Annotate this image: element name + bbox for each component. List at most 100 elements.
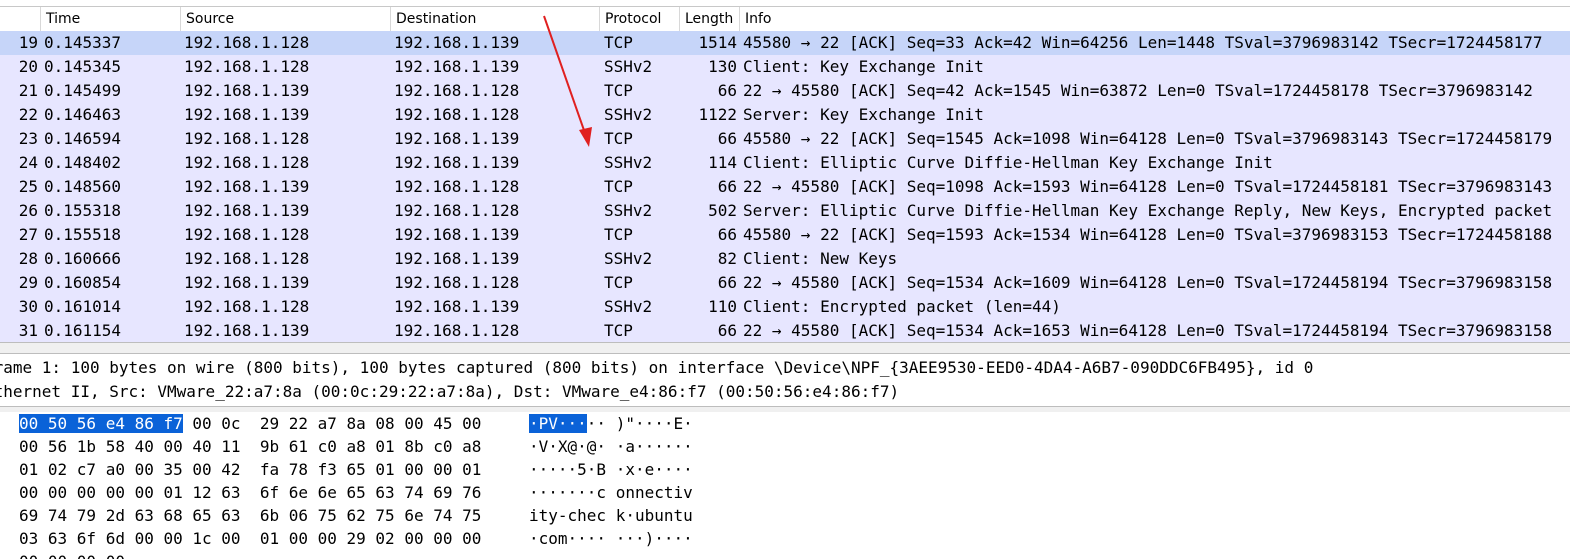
ascii-line[interactable]: ·com···· ···)···· <box>529 527 693 550</box>
packet-destination: 192.168.1.139 <box>394 249 520 268</box>
packet-source: 192.168.1.128 <box>184 297 310 316</box>
packet-row[interactable]: 30 0.161014 192.168.1.128 192.168.1.139 SSHv… <box>0 295 1570 319</box>
packet-source: 192.168.1.139 <box>184 321 310 340</box>
packet-row[interactable]: 27 0.155518 192.168.1.128 192.168.1.139 TCP 6… <box>0 223 1570 247</box>
column-header-source[interactable]: Source <box>180 7 390 31</box>
packet-length: 110 <box>708 297 737 316</box>
column-header-info[interactable]: Info <box>739 7 1570 31</box>
packet-length: 1514 <box>698 33 737 52</box>
packet-protocol: SSHv2 <box>604 105 653 124</box>
packet-row[interactable]: 20 0.145345 192.168.1.128 192.168.1.139 SSHv… <box>0 55 1570 79</box>
hex-bytes: 01 02 c7 a0 00 35 00 42 fa 78 f3 65 01 0… <box>19 460 482 479</box>
ascii-bytes: ity-chec k·ubuntu <box>529 506 693 525</box>
packet-info: Server: Key Exchange Init <box>743 105 984 124</box>
packet-protocol: SSHv2 <box>604 201 653 220</box>
hex-line[interactable]: 00 50 56 e4 86 f7 00 0c 29 22 a7 8a 08 0… <box>19 412 481 435</box>
packet-protocol: TCP <box>604 81 633 100</box>
packet-time: 0.148402 <box>44 153 122 172</box>
packet-details-pane[interactable]: Frame 1: 100 bytes on wire (800 bits), 1… <box>0 354 1570 406</box>
ascii-line[interactable]: ·V·X@·@· ·a······ <box>529 435 693 458</box>
packet-info: Client: Encrypted packet (len=44) <box>743 297 1061 316</box>
packet-number: 26 <box>18 201 38 220</box>
column-header-no[interactable] <box>0 7 40 31</box>
packet-row[interactable]: 23 0.146594 192.168.1.128 192.168.1.139 TCP 6… <box>0 127 1570 151</box>
ascii-bytes: ·· )"····E· <box>586 414 693 433</box>
ascii-selection: ·PV··· <box>529 414 587 433</box>
packet-length: 130 <box>708 57 737 76</box>
packet-bytes-pane[interactable]: 00 50 56 e4 86 f7 00 0c 29 22 a7 8a 08 0… <box>0 412 1570 559</box>
hex-line[interactable]: 03 63 6f 6d 00 00 1c 00 01 00 00 29 02 0… <box>19 527 481 550</box>
column-header-destination[interactable]: Destination <box>390 7 599 31</box>
packet-info: 22 → 45580 [ACK] Seq=1534 Ack=1653 Win=6… <box>743 321 1553 340</box>
packet-time: 0.161014 <box>44 297 122 316</box>
hex-line[interactable]: 00 00 00 00 <box>19 550 125 559</box>
hex-bytes: 00 56 1b 58 40 00 40 11 9b 61 c0 a8 01 8… <box>19 437 482 456</box>
hex-line[interactable]: 00 56 1b 58 40 00 40 11 9b 61 c0 a8 01 8… <box>19 435 481 458</box>
hex-bytes: 00 0c 29 22 a7 8a 08 00 45 00 <box>182 414 482 433</box>
hex-line[interactable]: 01 02 c7 a0 00 35 00 42 fa 78 f3 65 01 0… <box>19 458 481 481</box>
packet-number: 22 <box>18 105 38 124</box>
packet-destination: 192.168.1.128 <box>394 177 520 196</box>
ascii-line[interactable]: ity-chec k·ubuntu <box>529 504 693 527</box>
packet-source: 192.168.1.139 <box>184 81 310 100</box>
packet-list[interactable]: 19 0.145337 192.168.1.128 192.168.1.139 TCP 1… <box>0 31 1570 342</box>
ascii-line[interactable]: ···· <box>529 550 568 559</box>
packet-row[interactable]: 29 0.160854 192.168.1.139 192.168.1.128 TCP 6… <box>0 271 1570 295</box>
detail-tree-item[interactable]: Ethernet II, Src: VMware_22:a7:8a (00:0c… <box>0 380 899 404</box>
ascii-bytes: ·V·X@·@· ·a······ <box>529 437 693 456</box>
packet-source: 192.168.1.128 <box>184 249 310 268</box>
packet-destination: 192.168.1.139 <box>394 129 520 148</box>
packet-length: 66 <box>717 129 737 148</box>
packet-number: 21 <box>18 81 38 100</box>
packet-info: 45580 → 22 [ACK] Seq=1545 Ack=1098 Win=6… <box>743 129 1553 148</box>
packet-time: 0.148560 <box>44 177 122 196</box>
packet-destination: 192.168.1.139 <box>394 33 520 52</box>
packet-row[interactable]: 21 0.145499 192.168.1.139 192.168.1.128 TCP 6… <box>0 79 1570 103</box>
packet-source: 192.168.1.128 <box>184 225 310 244</box>
column-header-time[interactable]: Time <box>40 7 180 31</box>
packet-row[interactable]: 19 0.145337 192.168.1.128 192.168.1.139 TCP 1… <box>0 31 1570 55</box>
packet-protocol: TCP <box>604 129 633 148</box>
packet-length: 66 <box>717 81 737 100</box>
packet-length: 1122 <box>698 105 737 124</box>
packet-row[interactable]: 22 0.146463 192.168.1.139 192.168.1.128 SSHv… <box>0 103 1570 127</box>
packet-row[interactable]: 25 0.148560 192.168.1.139 192.168.1.128 TCP 6… <box>0 175 1570 199</box>
packet-source: 192.168.1.128 <box>184 33 310 52</box>
column-header-protocol[interactable]: Protocol <box>599 7 679 31</box>
packet-source: 192.168.1.139 <box>184 177 310 196</box>
packet-length: 502 <box>708 201 737 220</box>
ascii-bytes: ·····5·B ·x·e···· <box>529 460 693 479</box>
ascii-bytes: ···· <box>529 552 568 559</box>
ascii-line[interactable]: ·PV····· )"····E· <box>529 412 693 435</box>
detail-tree-item[interactable]: Frame 1: 100 bytes on wire (800 bits), 1… <box>0 356 1313 380</box>
packet-info: Client: Key Exchange Init <box>743 57 984 76</box>
packet-destination: 192.168.1.128 <box>394 81 520 100</box>
packet-row[interactable]: 24 0.148402 192.168.1.128 192.168.1.139 SSHv… <box>0 151 1570 175</box>
packet-time: 0.155318 <box>44 201 122 220</box>
packet-length: 66 <box>717 321 737 340</box>
packet-number: 19 <box>18 33 38 52</box>
packet-destination: 192.168.1.128 <box>394 273 520 292</box>
packet-time: 0.161154 <box>44 321 122 340</box>
column-header-length[interactable]: Length <box>679 7 739 31</box>
pane-splitter[interactable] <box>0 342 1570 354</box>
ascii-bytes: ·com···· ···)···· <box>529 529 693 548</box>
packet-row[interactable]: 31 0.161154 192.168.1.139 192.168.1.128 TCP 6… <box>0 319 1570 342</box>
packet-number: 24 <box>18 153 38 172</box>
packet-number: 28 <box>18 249 38 268</box>
packet-info: 45580 → 22 [ACK] Seq=1593 Ack=1534 Win=6… <box>743 225 1553 244</box>
packet-row[interactable]: 28 0.160666 192.168.1.128 192.168.1.139 SSHv… <box>0 247 1570 271</box>
hex-bytes: 00 00 00 00 00 01 12 63 6f 6e 6e 65 63 7… <box>19 483 482 502</box>
packet-protocol: TCP <box>604 177 633 196</box>
packet-protocol: SSHv2 <box>604 249 653 268</box>
ascii-line[interactable]: ·······c onnectiv <box>529 481 693 504</box>
packet-number: 30 <box>18 297 38 316</box>
top-toolbar-edge <box>0 0 1570 7</box>
ascii-bytes: ·······c onnectiv <box>529 483 693 502</box>
hex-line[interactable]: 69 74 79 2d 63 68 65 63 6b 06 75 62 75 6… <box>19 504 481 527</box>
ascii-line[interactable]: ·····5·B ·x·e···· <box>529 458 693 481</box>
packet-row[interactable]: 26 0.155318 192.168.1.139 192.168.1.128 SSHv… <box>0 199 1570 223</box>
packet-info: Client: New Keys <box>743 249 898 268</box>
hex-line[interactable]: 00 00 00 00 00 01 12 63 6f 6e 6e 65 63 7… <box>19 481 481 504</box>
packet-info: Server: Elliptic Curve Diffie-Hellman Ke… <box>743 201 1553 220</box>
